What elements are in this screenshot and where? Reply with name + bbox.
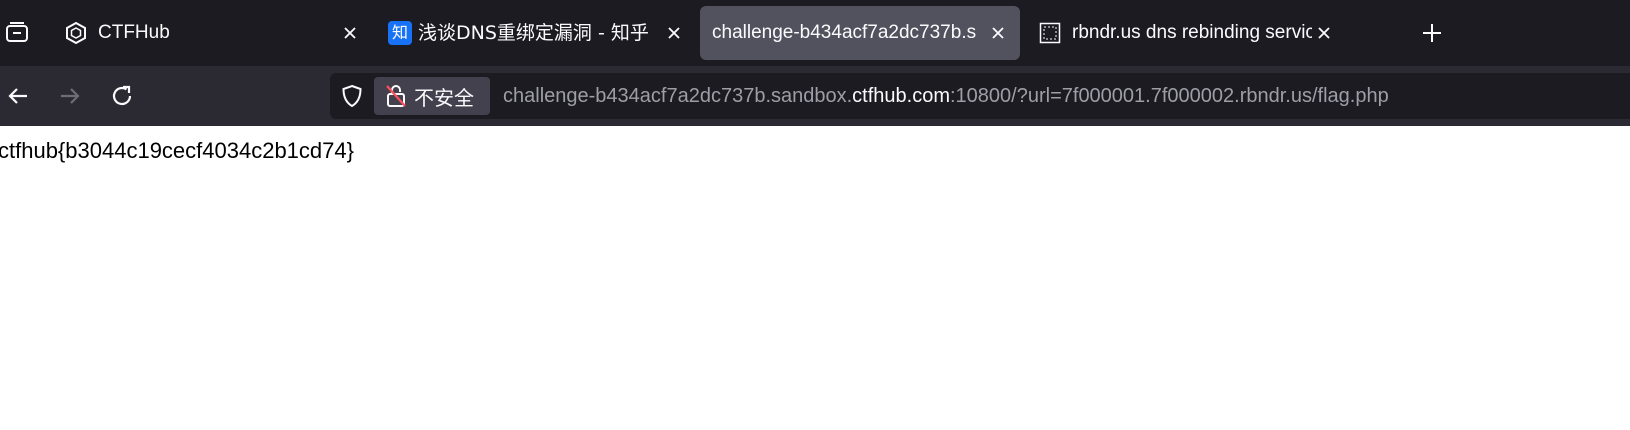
tab-title: rbndr.us dns rebinding service	[1072, 22, 1312, 43]
flag-text: ctfhub{b3044c19cecf4034c2b1cd74}	[0, 138, 354, 163]
forward-button[interactable]	[52, 78, 88, 114]
tab-title: 浅谈DNS重绑定漏洞 - 知乎	[418, 22, 649, 44]
close-icon[interactable]	[1312, 21, 1336, 45]
forward-arrow-icon	[61, 88, 80, 104]
zhihu-logo-text: 知	[388, 21, 412, 45]
tab-manager-button[interactable]	[0, 13, 36, 53]
url-suffix: :10800/?url=7f000001.7f000002.rbndr.us/f…	[950, 85, 1389, 107]
tab-title: CTFHub	[98, 22, 170, 43]
address-bar[interactable]: 不安全 challenge-b434acf7a2dc737b.sandbox.c…	[330, 73, 1630, 119]
tab-zhihu[interactable]: 知 浅谈DNS重绑定漏洞 - 知乎	[376, 6, 696, 60]
close-icon[interactable]	[338, 21, 362, 45]
page-content: ctfhub{b3044c19cecf4034c2b1cd74}	[0, 126, 1630, 430]
zhihu-logo-icon: 知	[388, 21, 412, 45]
tab-rbndr[interactable]: rbndr.us dns rebinding service	[1026, 6, 1346, 60]
reload-icon	[112, 85, 132, 106]
url-prefix: challenge-b434acf7a2dc737b.sandbox.	[503, 85, 853, 107]
url-text[interactable]: challenge-b434acf7a2dc737b.sandbox.ctfhu…	[503, 73, 1389, 119]
insecure-lock-icon	[384, 84, 408, 108]
site-security-button[interactable]: 不安全	[374, 77, 490, 115]
back-arrow-icon	[8, 88, 27, 104]
tracking-protection-button[interactable]	[340, 84, 364, 108]
reload-button[interactable]	[104, 78, 140, 114]
ctfhub-logo-icon	[64, 21, 88, 45]
page-placeholder-icon	[1038, 21, 1062, 45]
new-tab-button[interactable]	[1414, 15, 1450, 51]
tab-challenge[interactable]: challenge-b434acf7a2dc737b.sandbox.ctfhu…	[700, 6, 1020, 60]
close-icon[interactable]	[986, 21, 1010, 45]
back-button[interactable]	[0, 78, 36, 114]
tab-title: challenge-b434acf7a2dc737b.sandbox.ctfhu…	[712, 22, 976, 43]
tab-ctfhub[interactable]: CTFHub	[52, 6, 372, 60]
plus-icon	[1423, 24, 1441, 42]
close-icon[interactable]	[662, 21, 686, 45]
shield-icon	[342, 84, 362, 108]
tab-manager-icon	[6, 22, 28, 42]
url-domain: ctfhub.com	[852, 85, 950, 107]
security-label: 不安全	[414, 85, 474, 110]
tab-bar: CTFHub 知 浅谈DNS重绑定漏洞 - 知乎 challenge-b434a…	[0, 0, 1630, 66]
navigation-toolbar: 不安全 challenge-b434acf7a2dc737b.sandbox.c…	[0, 66, 1630, 126]
